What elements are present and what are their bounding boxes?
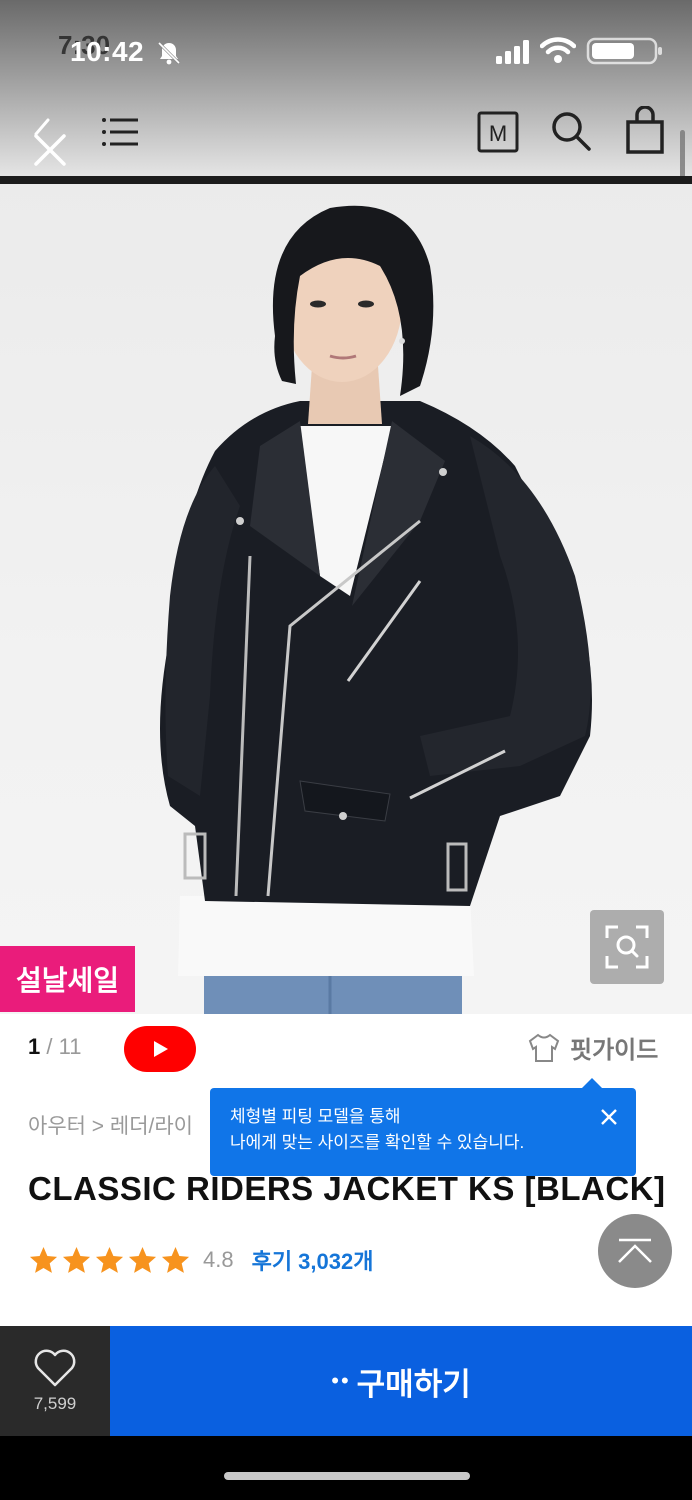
- shirt-icon: [528, 1033, 560, 1062]
- play-icon: [154, 1041, 168, 1057]
- fit-guide-label: 핏가이드: [570, 1037, 659, 1064]
- fit-guide-tooltip: 체형별 피팅 모델을 통해 나에게 맞는 사이즈를 확인할 수 있습니다.: [210, 1078, 636, 1176]
- star-icon: [29, 1246, 58, 1273]
- brand-m-button[interactable]: M: [476, 110, 520, 154]
- tooltip-line-2: 나에게 맞는 사이즈를 확인할 수 있습니다.: [230, 1133, 525, 1152]
- zoom-icon: [605, 925, 649, 969]
- home-indicator[interactable]: [224, 1472, 470, 1480]
- wifi-icon: [540, 37, 576, 63]
- pager-total: 11: [58, 1034, 82, 1059]
- home-indicator-area: [0, 1436, 692, 1500]
- back-button[interactable]: [28, 110, 74, 168]
- like-count: 7,599: [33, 1394, 77, 1413]
- sale-badge: 설날세일: [0, 946, 135, 1012]
- like-button[interactable]: 7,599: [0, 1326, 110, 1436]
- tooltip-line-1: 체형별 피팅 모델을 통해: [230, 1107, 401, 1126]
- star-icon: [161, 1246, 190, 1273]
- brand-letter: M: [489, 121, 507, 146]
- star-rating: [28, 1245, 191, 1276]
- brand-m-icon: M: [477, 111, 519, 153]
- search-button[interactable]: [548, 108, 594, 154]
- model-photo: [160, 205, 592, 1014]
- buy-button[interactable]: •• 구매하기: [110, 1326, 692, 1436]
- pager-current: 1: [28, 1034, 41, 1059]
- menu-icon: [102, 118, 138, 146]
- shopping-bag-button[interactable]: [622, 106, 668, 156]
- star-icon: [128, 1246, 157, 1273]
- rating-row: 4.8 후기 3,032개: [28, 1244, 373, 1276]
- search-icon: [552, 112, 591, 151]
- status-bar: 7:30 10:42: [0, 0, 692, 100]
- status-time: 10:42: [70, 36, 145, 67]
- youtube-button[interactable]: [124, 1026, 196, 1072]
- zoom-button[interactable]: [590, 910, 664, 984]
- buy-dots: ••: [331, 1368, 351, 1393]
- app-header: M: [0, 100, 692, 178]
- bell-off-icon: [157, 41, 181, 65]
- rating-value: 4.8: [203, 1247, 234, 1272]
- close-icon: [34, 118, 66, 166]
- arrow-up-icon: [618, 1238, 652, 1263]
- product-title: CLASSIC RIDERS JACKET KS [BLACK]: [28, 1170, 666, 1207]
- breadcrumb[interactable]: 아우터 > 레더/라이: [28, 1110, 193, 1140]
- image-top-strip: [0, 176, 692, 184]
- star-icon: [62, 1246, 91, 1273]
- image-pager: 1 / 11: [28, 1034, 81, 1060]
- buy-label: 구매하기: [356, 1366, 471, 1402]
- product-image[interactable]: [0, 176, 692, 1014]
- shopping-bag-icon: [626, 106, 664, 154]
- bottom-action-bar: 7,599 •• 구매하기: [0, 1326, 692, 1436]
- scroll-top-button[interactable]: [598, 1214, 672, 1288]
- heart-icon: [34, 1349, 76, 1387]
- battery-icon: [586, 37, 662, 65]
- star-icon: [95, 1246, 124, 1273]
- tooltip-close-icon[interactable]: [600, 1108, 618, 1126]
- review-count-link[interactable]: 후기 3,032개: [252, 1244, 374, 1276]
- fit-guide-button[interactable]: 핏가이드: [528, 1030, 658, 1065]
- signal-icon: [496, 40, 529, 64]
- menu-button[interactable]: [98, 110, 144, 156]
- pager-separator: /: [46, 1034, 53, 1059]
